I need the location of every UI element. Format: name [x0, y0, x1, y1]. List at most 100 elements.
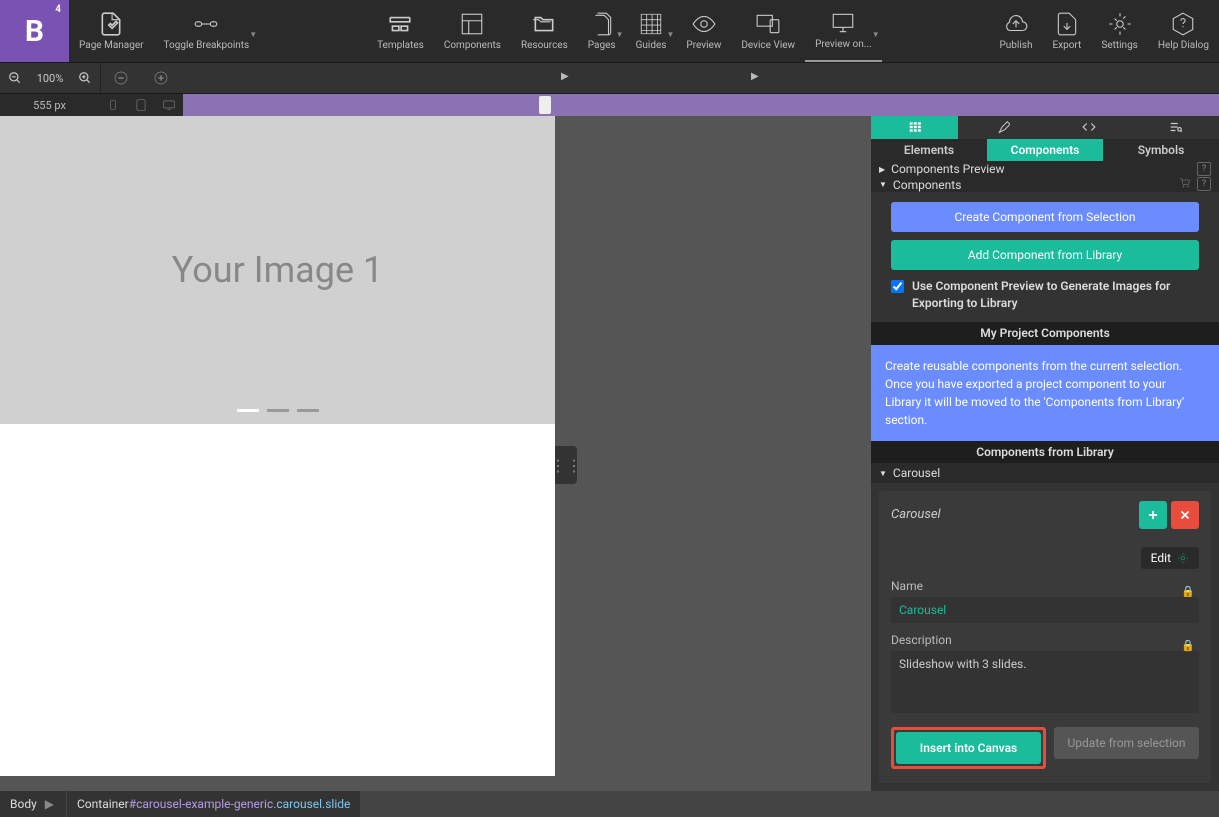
resources-icon [531, 11, 557, 37]
logo-badge: 4 [55, 4, 61, 15]
logo-letter: B [25, 14, 44, 49]
placeholder-text: Your Image 1 [172, 249, 383, 291]
phone-portrait-button[interactable] [99, 98, 127, 112]
chevron-down-icon: ▼ [667, 30, 675, 39]
info-box: Create reusable components from the curr… [871, 345, 1219, 441]
monitor-icon [830, 10, 856, 36]
size-bar: 555 px [0, 94, 1219, 116]
components-from-library-header: Components from Library [871, 441, 1219, 464]
cart-icon[interactable] [1179, 177, 1191, 192]
plus-button[interactable] [146, 70, 176, 86]
insert-into-canvas-button[interactable]: Insert into Canvas [896, 732, 1041, 764]
canvas-area[interactable]: Your Image 1 ⋮⋮ [0, 116, 871, 791]
description-input[interactable] [891, 651, 1199, 713]
caret-down-icon: ▼ [879, 180, 887, 189]
caret-right-icon: ▶ [879, 165, 885, 174]
components-button[interactable]: Components [434, 0, 511, 62]
device-view-button[interactable]: Device View [731, 0, 805, 62]
components-header[interactable]: ▼ Components ? [871, 177, 1219, 193]
carousel-section-header[interactable]: ▼ Carousel [871, 463, 1219, 483]
carousel-slide[interactable]: Your Image 1 [0, 116, 555, 424]
export-button[interactable]: Export [1042, 0, 1091, 62]
zoom-value: 100% [30, 72, 70, 85]
checkbox-label: Use Component Preview to Generate Images… [912, 278, 1199, 312]
help-icon[interactable]: ? [1197, 162, 1211, 176]
help-button[interactable]: Help Dialog [1148, 0, 1219, 62]
components-icon [459, 11, 485, 37]
code-tab[interactable] [1045, 116, 1132, 139]
publish-button[interactable]: Publish [989, 0, 1042, 62]
description-label: Description [891, 633, 1199, 647]
page-manager-icon [98, 11, 124, 37]
settings-button[interactable]: Settings [1091, 0, 1148, 62]
carousel-dot[interactable] [297, 409, 319, 412]
desktop-button[interactable] [155, 98, 183, 112]
lock-icon: 🔒 [1181, 639, 1195, 652]
chevron-right-icon: ▶ [43, 797, 56, 811]
right-panel: Elements Components Symbols ▶ Components… [871, 116, 1219, 791]
panel-section-tabs: Elements Components Symbols [871, 139, 1219, 162]
breakpoint-ruler[interactable]: ▶ ▶ [181, 63, 1219, 93]
templates-icon [387, 11, 413, 37]
canvas-page[interactable]: Your Image 1 [0, 116, 555, 776]
zoom-bar: 100% ▶ ▶ [0, 62, 1219, 94]
device-view-icon [755, 11, 781, 37]
components-preview-header[interactable]: ▶ Components Preview ? [871, 161, 1219, 177]
gear-icon [1107, 11, 1133, 37]
breakpoints-icon [193, 11, 219, 37]
components-body: Create Component from Selection Add Comp… [871, 192, 1219, 322]
carousel-dot[interactable] [267, 409, 289, 412]
tab-elements[interactable]: Elements [871, 139, 987, 162]
update-from-selection-button[interactable]: Update from selection [1054, 727, 1199, 759]
add-component-button[interactable]: Add Component from Library [891, 240, 1199, 270]
size-handle[interactable] [539, 96, 551, 114]
top-toolbar: B 4 Page Manager Toggle Breakpoints ▼ Te… [0, 0, 1219, 62]
app-logo[interactable]: B 4 [0, 0, 69, 62]
caret-down-icon: ▼ [879, 469, 887, 478]
create-component-button[interactable]: Create Component from Selection [891, 202, 1199, 232]
breadcrumb: Body ▶ Container#carousel-example-generi… [0, 791, 871, 817]
minus-button[interactable] [106, 70, 136, 86]
help-icon [1170, 11, 1196, 37]
pages-button[interactable]: Pages ▼ [578, 0, 626, 62]
name-label: Name [891, 579, 1199, 593]
eye-icon [691, 11, 717, 37]
export-icon [1054, 11, 1080, 37]
carousel-indicators[interactable] [237, 409, 319, 412]
zoom-out-button[interactable] [0, 71, 30, 85]
brush-tab[interactable] [958, 116, 1045, 139]
help-icon[interactable]: ? [1197, 177, 1211, 191]
preview-button[interactable]: Preview [676, 0, 731, 62]
resources-button[interactable]: Resources [511, 0, 578, 62]
pages-icon [589, 11, 615, 37]
grid-tab[interactable] [871, 116, 958, 139]
breadcrumb-body[interactable]: Body ▶ [0, 791, 66, 817]
page-manager-button[interactable]: Page Manager [69, 0, 154, 62]
toggle-breakpoints-button[interactable]: Toggle Breakpoints ▼ [154, 0, 260, 62]
my-project-components-header: My Project Components [871, 322, 1219, 345]
tab-components[interactable]: Components [987, 139, 1103, 162]
chevron-down-icon: ▼ [249, 30, 257, 39]
use-preview-checkbox[interactable] [891, 280, 904, 293]
tablet-button[interactable] [127, 98, 155, 112]
templates-button[interactable]: Templates [367, 0, 434, 62]
add-carousel-button[interactable] [1139, 501, 1167, 529]
zoom-in-button[interactable] [70, 71, 100, 85]
resize-handle[interactable]: ⋮⋮ [555, 446, 577, 484]
ruler-marker-icon: ▶ [751, 71, 759, 82]
size-ruler[interactable] [183, 94, 1219, 116]
guides-button[interactable]: Guides ▼ [626, 0, 677, 62]
chevron-down-icon: ▼ [616, 30, 624, 39]
card-title: Carousel [891, 507, 1135, 522]
edit-button[interactable]: Edit [1141, 547, 1199, 569]
guides-icon [638, 11, 664, 37]
name-input[interactable] [891, 597, 1199, 623]
search-list-tab[interactable] [1132, 116, 1219, 139]
carousel-dot[interactable] [237, 409, 259, 412]
tab-symbols[interactable]: Symbols [1103, 139, 1219, 162]
cloud-upload-icon [1003, 11, 1029, 37]
preview-on-button[interactable]: Preview on... ▼ [805, 0, 882, 62]
chevron-down-icon: ▼ [872, 30, 880, 39]
breadcrumb-container[interactable]: Container#carousel-example-generic.carou… [67, 791, 360, 817]
delete-carousel-button[interactable] [1171, 501, 1199, 529]
